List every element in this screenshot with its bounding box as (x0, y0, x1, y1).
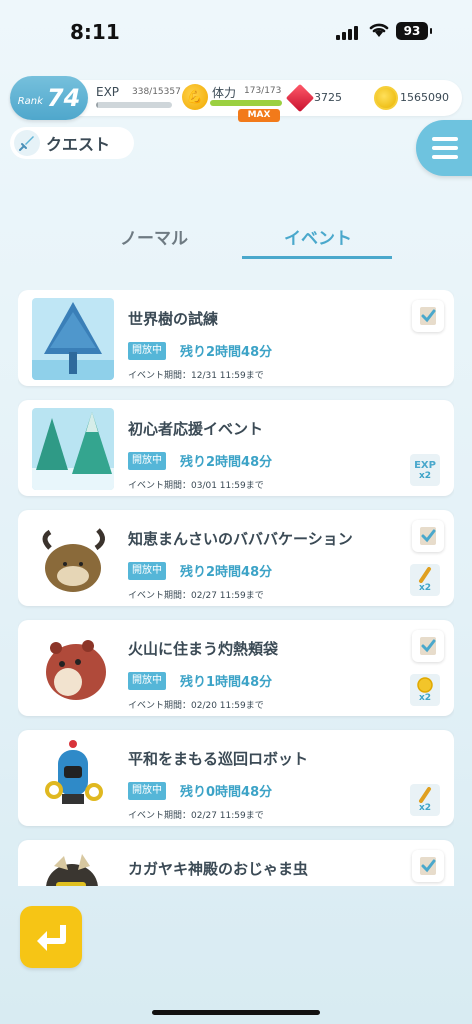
exp-label: EXP (96, 85, 120, 99)
event-period: イベント期間：02/27 11:59まで (128, 811, 264, 821)
hamburger-icon-bar (432, 155, 458, 159)
quest-title: クエスト (46, 135, 111, 154)
bonus-multiplier: x2 (418, 583, 432, 593)
status-badge: 開放中 (128, 672, 166, 690)
return-arrow-icon (37, 925, 66, 951)
stamina-bar-fill (210, 100, 282, 106)
exp-value: 338/15357 (132, 87, 181, 97)
rank-badge[interactable]: Rank 74 (10, 76, 88, 120)
scroll-icon (419, 787, 431, 803)
checklist-icon[interactable] (412, 520, 444, 552)
tab-event[interactable]: イベント (284, 224, 352, 249)
status-badge: 開放中 (128, 782, 166, 800)
bonus-label: EXP (414, 459, 436, 471)
checklist-icon[interactable] (412, 300, 444, 332)
coin-bonus-icon: x2 (410, 674, 440, 706)
status-badge: 開放中 (128, 342, 166, 360)
bonus-multiplier: x2 (418, 803, 432, 813)
time-remaining: 残り2時間48分 (180, 345, 273, 360)
coin-icon (417, 677, 433, 693)
event-card[interactable]: 知恵まんさいのバババケーション 開放中 残り2時間48分 イベント期間：02/2… (18, 510, 454, 606)
event-thumbnail (32, 408, 114, 490)
stamina-max-badge: MAX (238, 109, 280, 122)
status-bar: 8:11 93 (0, 0, 472, 60)
signal-icon (336, 24, 360, 40)
coin-icon (374, 86, 398, 110)
bonus-multiplier: x2 (418, 470, 432, 481)
event-period: イベント期間：02/20 11:59まで (128, 701, 264, 711)
exp-bar (96, 102, 172, 108)
rank-label: Rank (17, 95, 43, 107)
event-card[interactable]: 平和をまもる巡回ロボット 開放中 残り0時間48分 イベント期間：02/27 1… (18, 730, 454, 826)
event-thumbnail (32, 738, 114, 820)
gem-count: 3725 (314, 91, 342, 104)
event-title: 平和をまもる巡回ロボット (128, 750, 309, 768)
hamburger-icon (432, 137, 458, 141)
event-thumbnail (32, 298, 114, 380)
time-remaining: 残り2時間48分 (180, 565, 273, 580)
event-list[interactable]: 世界樹の試練 開放中 残り2時間48分 イベント期間：12/31 11:59まで… (18, 290, 454, 886)
stamina-label: 体力 (212, 86, 237, 100)
status-badge: 開放中 (128, 452, 166, 470)
event-period: イベント期間：12/31 11:59まで (128, 371, 264, 381)
menu-button[interactable] (416, 120, 472, 176)
scroll-bonus-icon: x2 (410, 784, 440, 816)
stamina-bar (210, 100, 282, 106)
event-title: 世界樹の試練 (128, 310, 219, 328)
event-title: 火山に住まう灼熱頬袋 (128, 640, 279, 658)
stamina-icon: 💪 (182, 84, 208, 110)
event-title: カガヤキ神殿のおじゃま虫 (128, 860, 309, 878)
checklist-icon[interactable] (412, 850, 444, 882)
exp-bonus-icon: EXP x2 (410, 454, 440, 486)
time-remaining: 残り1時間48分 (180, 675, 273, 690)
event-card[interactable]: 初心者応援イベント 開放中 残り2時間48分 イベント期間：03/01 11:5… (18, 400, 454, 496)
event-period: イベント期間：03/01 11:59まで (128, 481, 264, 491)
event-thumbnail (32, 518, 114, 600)
time-remaining: 残り2時間48分 (180, 455, 273, 470)
event-card[interactable]: 火山に住まう灼熱頬袋 開放中 残り1時間48分 イベント期間：02/20 11:… (18, 620, 454, 716)
clock: 8:11 (70, 20, 120, 44)
back-button[interactable] (20, 906, 82, 968)
event-thumbnail (32, 848, 114, 886)
event-thumbnail (32, 628, 114, 710)
checklist-icon[interactable] (412, 630, 444, 662)
tab-normal[interactable]: ノーマル (120, 224, 188, 249)
stamina-value: 173/173 (244, 86, 282, 96)
event-card[interactable]: カガヤキ神殿のおじゃま虫 (18, 840, 454, 886)
event-card[interactable]: 世界樹の試練 開放中 残り2時間48分 イベント期間：12/31 11:59まで (18, 290, 454, 386)
status-badge: 開放中 (128, 562, 166, 580)
home-indicator (152, 1010, 320, 1015)
sword-icon (14, 130, 40, 156)
coin-count: 1565090 (400, 91, 449, 104)
active-tab-indicator (242, 256, 392, 259)
scroll-icon (419, 567, 431, 583)
quest-header-chip[interactable]: クエスト (10, 127, 134, 159)
event-period: イベント期間：02/27 11:59まで (128, 591, 264, 601)
event-title: 知恵まんさいのバババケーション (128, 530, 353, 548)
event-title: 初心者応援イベント (128, 420, 264, 438)
battery-indicator: 93 (396, 22, 432, 40)
rank-value: 74 (46, 84, 81, 112)
time-remaining: 残り0時間48分 (180, 785, 273, 800)
exp-bar-fill (96, 102, 98, 108)
wifi-icon (369, 23, 389, 37)
scroll-bonus-icon: x2 (410, 564, 440, 596)
bonus-multiplier: x2 (418, 693, 432, 703)
hamburger-icon-bar (432, 146, 458, 150)
